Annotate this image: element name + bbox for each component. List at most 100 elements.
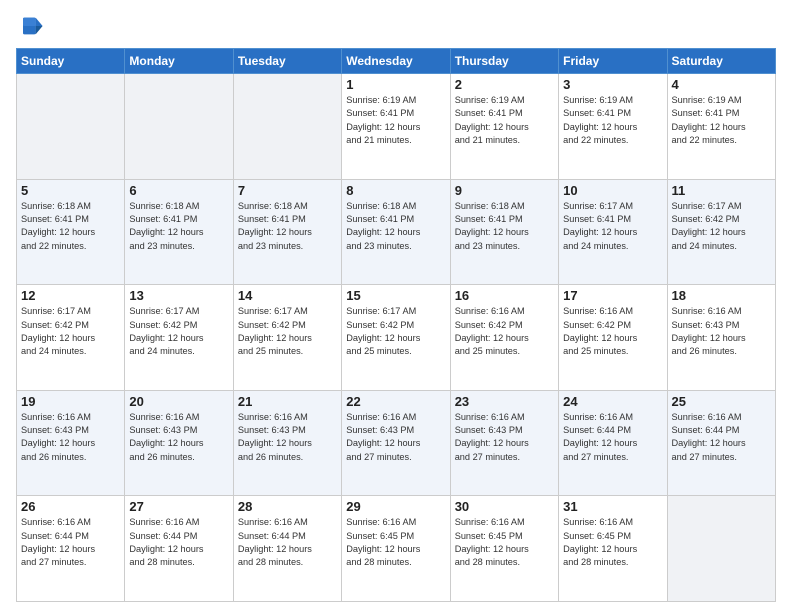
day-info: Sunrise: 6:16 AM Sunset: 6:43 PM Dayligh… xyxy=(21,411,120,464)
header xyxy=(16,12,776,40)
day-number: 17 xyxy=(563,288,662,303)
calendar-cell: 10 Sunrise: 6:17 AM Sunset: 6:41 PM Dayli… xyxy=(559,179,667,285)
day-info: Sunrise: 6:18 AM Sunset: 6:41 PM Dayligh… xyxy=(238,200,337,253)
calendar-cell: 31 Sunrise: 6:16 AM Sunset: 6:45 PM Dayli… xyxy=(559,496,667,602)
day-info: Sunrise: 6:17 AM Sunset: 6:42 PM Dayligh… xyxy=(672,200,771,253)
calendar-header-row: SundayMondayTuesdayWednesdayThursdayFrid… xyxy=(17,49,776,74)
calendar-cell: 14Sunrise: 6:17 AM Sunset: 6:42 PM Dayli… xyxy=(233,285,341,391)
day-info: Sunrise: 6:16 AM Sunset: 6:44 PM Dayligh… xyxy=(238,516,337,569)
calendar-cell: 11Sunrise: 6:17 AM Sunset: 6:42 PM Dayli… xyxy=(667,179,775,285)
day-number: 9 xyxy=(455,183,554,198)
day-info: Sunrise: 6:17 AM Sunset: 6:42 PM Dayligh… xyxy=(21,305,120,358)
day-info: Sunrise: 6:16 AM Sunset: 6:45 PM Dayligh… xyxy=(346,516,445,569)
calendar-cell: 30 Sunrise: 6:16 AM Sunset: 6:45 PM Dayli… xyxy=(450,496,558,602)
calendar-cell: 18 Sunrise: 6:16 AM Sunset: 6:43 PM Dayli… xyxy=(667,285,775,391)
day-number: 4 xyxy=(672,77,771,92)
day-info: Sunrise: 6:16 AM Sunset: 6:43 PM Dayligh… xyxy=(129,411,228,464)
day-header-friday: Friday xyxy=(559,49,667,74)
logo xyxy=(16,12,48,40)
calendar-cell: 19Sunrise: 6:16 AM Sunset: 6:43 PM Dayli… xyxy=(17,390,125,496)
day-number: 24 xyxy=(563,394,662,409)
day-info: Sunrise: 6:17 AM Sunset: 6:42 PM Dayligh… xyxy=(129,305,228,358)
day-info: Sunrise: 6:18 AM Sunset: 6:41 PM Dayligh… xyxy=(21,200,120,253)
day-number: 28 xyxy=(238,499,337,514)
day-info: Sunrise: 6:16 AM Sunset: 6:45 PM Dayligh… xyxy=(563,516,662,569)
calendar-cell xyxy=(125,74,233,180)
day-info: Sunrise: 6:16 AM Sunset: 6:43 PM Dayligh… xyxy=(238,411,337,464)
day-number: 22 xyxy=(346,394,445,409)
day-info: Sunrise: 6:16 AM Sunset: 6:42 PM Dayligh… xyxy=(563,305,662,358)
calendar-cell: 7 Sunrise: 6:18 AM Sunset: 6:41 PM Daylig… xyxy=(233,179,341,285)
calendar-cell: 28 Sunrise: 6:16 AM Sunset: 6:44 PM Dayli… xyxy=(233,496,341,602)
day-number: 26 xyxy=(21,499,120,514)
day-number: 15 xyxy=(346,288,445,303)
calendar-cell: 17 Sunrise: 6:16 AM Sunset: 6:42 PM Dayli… xyxy=(559,285,667,391)
day-info: Sunrise: 6:19 AM Sunset: 6:41 PM Dayligh… xyxy=(672,94,771,147)
day-info: Sunrise: 6:16 AM Sunset: 6:43 PM Dayligh… xyxy=(672,305,771,358)
calendar-cell: 4 Sunrise: 6:19 AM Sunset: 6:41 PM Daylig… xyxy=(667,74,775,180)
calendar-cell: 9 Sunrise: 6:18 AM Sunset: 6:41 PM Daylig… xyxy=(450,179,558,285)
page: SundayMondayTuesdayWednesdayThursdayFrid… xyxy=(0,0,792,612)
day-number: 7 xyxy=(238,183,337,198)
day-info: Sunrise: 6:18 AM Sunset: 6:41 PM Dayligh… xyxy=(455,200,554,253)
calendar-cell: 22 Sunrise: 6:16 AM Sunset: 6:43 PM Dayli… xyxy=(342,390,450,496)
day-number: 20 xyxy=(129,394,228,409)
day-number: 13 xyxy=(129,288,228,303)
day-number: 6 xyxy=(129,183,228,198)
day-number: 3 xyxy=(563,77,662,92)
day-header-sunday: Sunday xyxy=(17,49,125,74)
day-info: Sunrise: 6:16 AM Sunset: 6:44 PM Dayligh… xyxy=(672,411,771,464)
day-info: Sunrise: 6:16 AM Sunset: 6:42 PM Dayligh… xyxy=(455,305,554,358)
day-info: Sunrise: 6:16 AM Sunset: 6:44 PM Dayligh… xyxy=(563,411,662,464)
calendar-cell: 2 Sunrise: 6:19 AM Sunset: 6:41 PM Daylig… xyxy=(450,74,558,180)
day-number: 29 xyxy=(346,499,445,514)
calendar-cell: 8Sunrise: 6:18 AM Sunset: 6:41 PM Daylig… xyxy=(342,179,450,285)
day-info: Sunrise: 6:17 AM Sunset: 6:41 PM Dayligh… xyxy=(563,200,662,253)
day-header-saturday: Saturday xyxy=(667,49,775,74)
calendar-week-2: 5Sunrise: 6:18 AM Sunset: 6:41 PM Daylig… xyxy=(17,179,776,285)
day-number: 12 xyxy=(21,288,120,303)
day-info: Sunrise: 6:16 AM Sunset: 6:45 PM Dayligh… xyxy=(455,516,554,569)
calendar-table: SundayMondayTuesdayWednesdayThursdayFrid… xyxy=(16,48,776,602)
day-header-wednesday: Wednesday xyxy=(342,49,450,74)
day-number: 31 xyxy=(563,499,662,514)
day-info: Sunrise: 6:19 AM Sunset: 6:41 PM Dayligh… xyxy=(346,94,445,147)
calendar-cell: 6 Sunrise: 6:18 AM Sunset: 6:41 PM Daylig… xyxy=(125,179,233,285)
day-info: Sunrise: 6:19 AM Sunset: 6:41 PM Dayligh… xyxy=(455,94,554,147)
day-number: 23 xyxy=(455,394,554,409)
day-number: 25 xyxy=(672,394,771,409)
day-info: Sunrise: 6:16 AM Sunset: 6:43 PM Dayligh… xyxy=(346,411,445,464)
calendar-week-4: 19Sunrise: 6:16 AM Sunset: 6:43 PM Dayli… xyxy=(17,390,776,496)
calendar-cell: 3 Sunrise: 6:19 AM Sunset: 6:41 PM Daylig… xyxy=(559,74,667,180)
calendar-cell: 23 Sunrise: 6:16 AM Sunset: 6:43 PM Dayli… xyxy=(450,390,558,496)
day-header-tuesday: Tuesday xyxy=(233,49,341,74)
day-number: 1 xyxy=(346,77,445,92)
day-header-thursday: Thursday xyxy=(450,49,558,74)
calendar-cell: 5Sunrise: 6:18 AM Sunset: 6:41 PM Daylig… xyxy=(17,179,125,285)
calendar-week-1: 1 Sunrise: 6:19 AM Sunset: 6:41 PM Daylig… xyxy=(17,74,776,180)
calendar-cell: 26 Sunrise: 6:16 AM Sunset: 6:44 PM Dayli… xyxy=(17,496,125,602)
calendar-cell: 13 Sunrise: 6:17 AM Sunset: 6:42 PM Dayli… xyxy=(125,285,233,391)
calendar-week-5: 26 Sunrise: 6:16 AM Sunset: 6:44 PM Dayli… xyxy=(17,496,776,602)
logo-icon xyxy=(16,12,44,40)
calendar-cell xyxy=(233,74,341,180)
calendar-week-3: 12 Sunrise: 6:17 AM Sunset: 6:42 PM Dayli… xyxy=(17,285,776,391)
day-header-monday: Monday xyxy=(125,49,233,74)
day-number: 8 xyxy=(346,183,445,198)
day-info: Sunrise: 6:16 AM Sunset: 6:44 PM Dayligh… xyxy=(21,516,120,569)
day-number: 10 xyxy=(563,183,662,198)
day-number: 18 xyxy=(672,288,771,303)
day-info: Sunrise: 6:16 AM Sunset: 6:44 PM Dayligh… xyxy=(129,516,228,569)
day-info: Sunrise: 6:18 AM Sunset: 6:41 PM Dayligh… xyxy=(129,200,228,253)
calendar-cell: 16 Sunrise: 6:16 AM Sunset: 6:42 PM Dayli… xyxy=(450,285,558,391)
day-info: Sunrise: 6:19 AM Sunset: 6:41 PM Dayligh… xyxy=(563,94,662,147)
day-number: 21 xyxy=(238,394,337,409)
day-number: 14 xyxy=(238,288,337,303)
day-number: 2 xyxy=(455,77,554,92)
day-info: Sunrise: 6:16 AM Sunset: 6:43 PM Dayligh… xyxy=(455,411,554,464)
calendar-cell xyxy=(17,74,125,180)
day-number: 16 xyxy=(455,288,554,303)
calendar-cell: 21 Sunrise: 6:16 AM Sunset: 6:43 PM Dayli… xyxy=(233,390,341,496)
day-number: 30 xyxy=(455,499,554,514)
calendar-cell xyxy=(667,496,775,602)
